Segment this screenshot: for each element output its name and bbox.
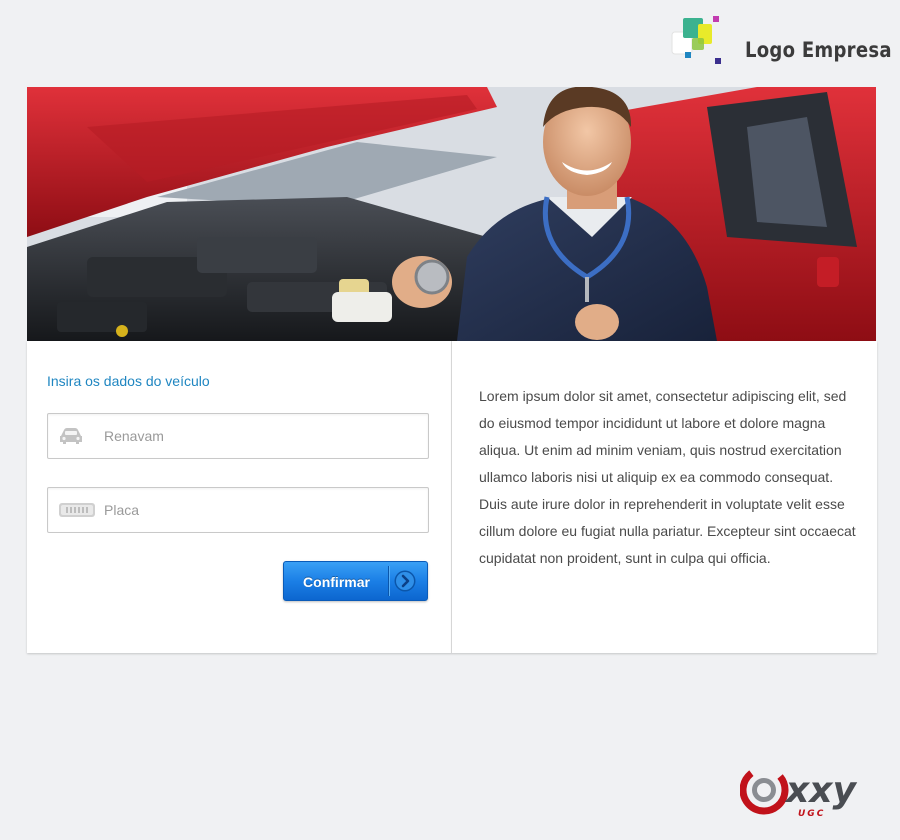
chevron-right-icon	[394, 570, 416, 592]
placa-field[interactable]	[47, 487, 429, 533]
button-divider	[388, 566, 389, 596]
license-plate-icon	[59, 503, 95, 517]
vehicle-form-card: Insira os dados do veículo Confirmar	[27, 341, 452, 653]
brand-subtext: UGC	[798, 809, 825, 819]
car-icon	[60, 428, 82, 444]
hero-image	[27, 87, 876, 341]
confirm-button-label: Confirmar	[303, 574, 370, 590]
confirm-button[interactable]: Confirmar	[283, 561, 428, 601]
oxxy-brand-logo[interactable]: xxy UGC	[739, 764, 870, 820]
form-title: Insira os dados do veículo	[47, 373, 210, 389]
placa-input[interactable]	[104, 488, 414, 532]
logo-squares-icon	[671, 16, 721, 64]
info-paragraph-1: Lorem ipsum dolor sit amet, consectetur …	[479, 388, 847, 485]
renavam-field[interactable]	[47, 413, 429, 459]
brand-text: xxy	[784, 770, 857, 811]
logo-text: Logo Empresa	[745, 38, 892, 62]
company-logo[interactable]: Logo Empresa	[670, 14, 892, 66]
info-paragraph-2: Duis aute irure dolor in reprehenderit i…	[479, 496, 856, 566]
info-text: Lorem ipsum dolor sit amet, consectetur …	[479, 383, 859, 572]
info-card: Lorem ipsum dolor sit amet, consectetur …	[452, 341, 877, 653]
renavam-input[interactable]	[104, 414, 414, 458]
